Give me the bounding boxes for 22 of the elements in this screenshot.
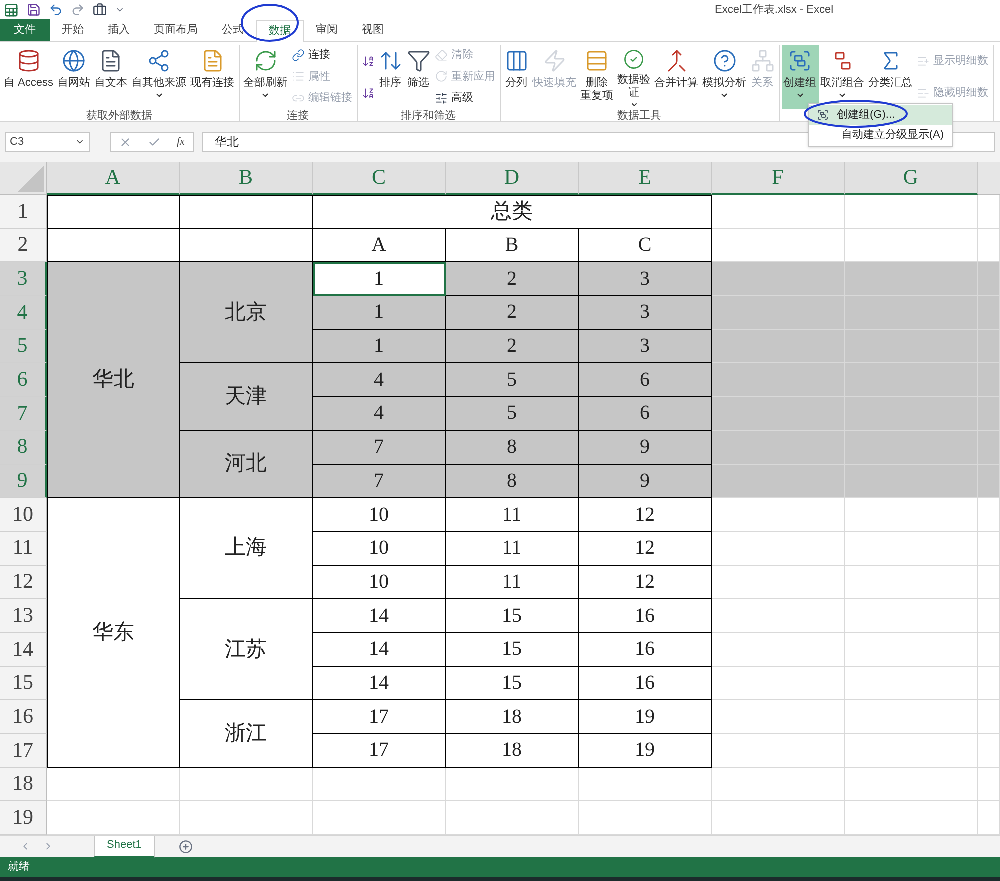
status-text: 就绪 xyxy=(8,860,30,875)
group-label: 数据工具 xyxy=(618,109,662,123)
table-cell: 华东 xyxy=(47,498,180,768)
button-label: 重复项 xyxy=(580,90,614,103)
table-cell: 江苏 xyxy=(180,599,313,700)
group-label: 获取外部数据 xyxy=(86,109,152,123)
window-title: Excel工作表.xlsx - Excel xyxy=(715,2,834,18)
table-cell: 河北 xyxy=(180,430,313,498)
button-label: 删除 xyxy=(586,77,608,90)
table-cell: 浙江 xyxy=(180,700,313,768)
table-cell: A xyxy=(313,228,446,262)
table-cell: C xyxy=(579,228,712,262)
table-cell: 华北 xyxy=(47,262,180,498)
group-label: 排序和筛选 xyxy=(401,109,456,123)
table-cell: 上海 xyxy=(180,498,313,600)
button-label: 证 xyxy=(628,87,640,100)
table-cell: 天津 xyxy=(180,363,313,431)
table-cell: B xyxy=(446,228,579,262)
button-label: 数据验 xyxy=(618,74,651,87)
group-label: 连接 xyxy=(287,109,310,123)
table-cell: 总类 xyxy=(313,195,712,229)
table-cell: 北京 xyxy=(180,262,313,364)
